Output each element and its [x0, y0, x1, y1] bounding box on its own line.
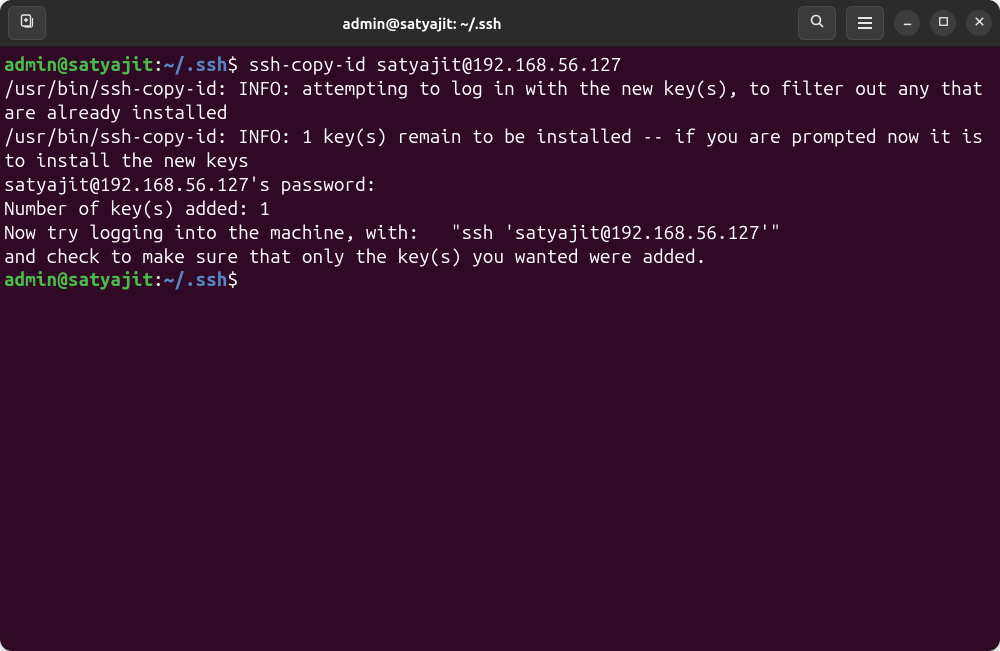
output-line: satyajit@192.168.56.127's password:	[4, 173, 996, 197]
prompt-path: ~/.ssh	[164, 268, 228, 290]
prompt-line-2: admin@satyajit:~/.ssh$	[4, 268, 996, 292]
close-button[interactable]	[966, 10, 992, 36]
new-tab-icon	[19, 13, 35, 33]
output-line: Now try logging into the machine, with: …	[4, 221, 996, 245]
prompt-userhost: admin@satyajit	[4, 268, 153, 290]
command-text: ssh-copy-id satyajit@192.168.56.127	[238, 53, 621, 75]
titlebar-right	[798, 6, 992, 40]
output-line: and check to make sure that only the key…	[4, 245, 996, 269]
new-tab-button[interactable]	[8, 6, 46, 40]
maximize-icon	[936, 14, 951, 33]
prompt-dollar: $	[227, 268, 238, 290]
prompt-dollar: $	[227, 53, 238, 75]
output-line: /usr/bin/ssh-copy-id: INFO: 1 key(s) rem…	[4, 125, 996, 173]
titlebar-left	[8, 6, 46, 40]
prompt-path: ~/.ssh	[164, 53, 228, 75]
minimize-icon	[900, 14, 915, 33]
terminal-body[interactable]: admin@satyajit:~/.ssh$ ssh-copy-id satya…	[0, 47, 1000, 651]
hamburger-icon	[858, 17, 872, 29]
search-icon	[809, 13, 825, 33]
prompt-colon: :	[153, 53, 164, 75]
terminal-window: admin@satyajit: ~/.ssh	[0, 0, 1000, 651]
maximize-button[interactable]	[930, 10, 956, 36]
prompt-line-1: admin@satyajit:~/.ssh$ ssh-copy-id satya…	[4, 53, 996, 77]
output-line: Number of key(s) added: 1	[4, 197, 996, 221]
titlebar: admin@satyajit: ~/.ssh	[0, 0, 1000, 47]
prompt-colon: :	[153, 268, 164, 290]
prompt-userhost: admin@satyajit	[4, 53, 153, 75]
search-button[interactable]	[798, 6, 836, 40]
menu-button[interactable]	[846, 6, 884, 40]
window-title: admin@satyajit: ~/.ssh	[54, 15, 790, 32]
close-icon	[972, 14, 987, 33]
output-line: /usr/bin/ssh-copy-id: INFO: attempting t…	[4, 77, 996, 125]
minimize-button[interactable]	[894, 10, 920, 36]
